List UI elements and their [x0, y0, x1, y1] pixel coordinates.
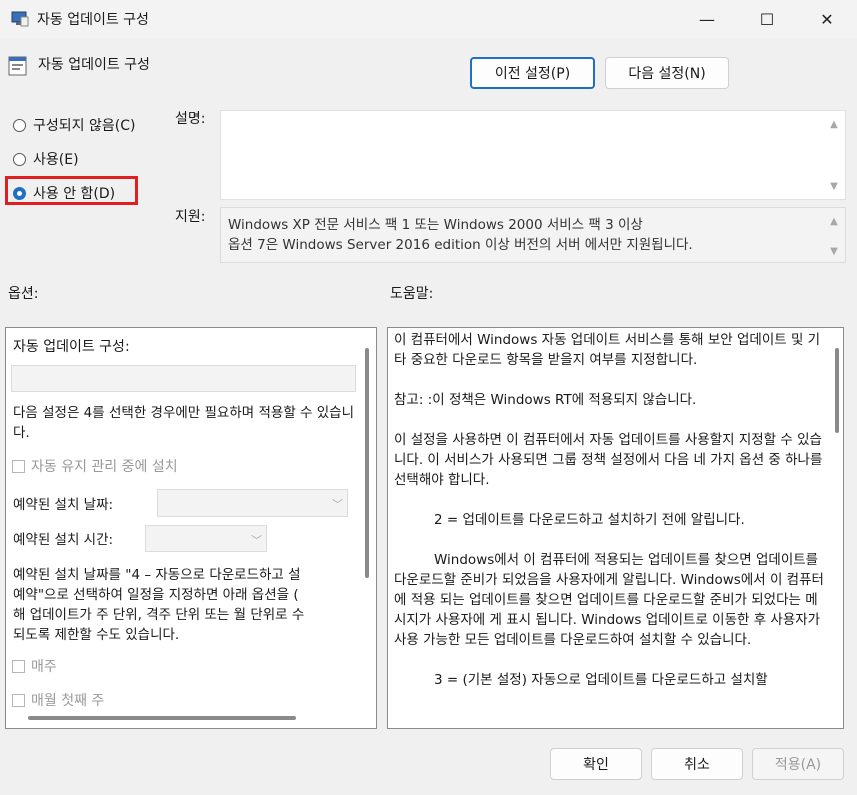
- chevron-down-icon: ﹀: [332, 498, 343, 511]
- supported-line-2: 옵션 7은 Windows Server 2016 edition 이상 버전의…: [228, 237, 693, 253]
- close-button[interactable]: ✕: [804, 0, 850, 38]
- close-icon: ✕: [820, 9, 834, 29]
- install-day-label: 예약된 설치 날짜:: [13, 497, 114, 513]
- help-paragraph: 이 설정을 사용하면 이 컴퓨터에서 자동 업데이트를 사용할지 지정할 수 있…: [394, 432, 823, 488]
- scroll-up-icon[interactable]: ▲: [826, 116, 842, 132]
- checkbox-box: [12, 693, 25, 707]
- note-2-line: 예약된 설치 날짜를 "4 – 자동으로 다운로드하고 설: [13, 567, 301, 583]
- options-note-2: 예약된 설치 날짜를 "4 – 자동으로 다운로드하고 설 예약"으로 선택하여…: [13, 565, 361, 645]
- scroll-down-icon[interactable]: ▼: [826, 243, 842, 259]
- help-paragraph: Windows에서 이 컴퓨터에 적용되는 업데이트를 찾으면 업데이트를 다운…: [394, 552, 824, 648]
- radio-enabled[interactable]: 사용(E): [13, 149, 79, 169]
- note-2-line: 해 업데이트가 주 단위, 격주 단위 또는 월 단위로 수: [13, 607, 305, 623]
- cancel-button[interactable]: 취소: [651, 748, 743, 780]
- options-label: 옵션:: [8, 286, 39, 302]
- comment-label: 설명:: [175, 111, 206, 127]
- chevron-down-icon: ﹀: [251, 534, 262, 547]
- install-day-dropdown: ﹀: [157, 489, 348, 517]
- window-title: 자동 업데이트 구성: [37, 12, 149, 28]
- install-time-label: 예약된 설치 시간:: [13, 532, 114, 548]
- note-2-line: 예약"으로 선택하여 일정을 지정하면 아래 옵션을 (: [13, 587, 299, 603]
- help-paragraph: 3 = (기본 설정) 자동으로 업데이트를 다운로드하고 설치할: [434, 672, 768, 688]
- comment-textarea[interactable]: ▲ ▼: [220, 110, 846, 200]
- vertical-scrollbar[interactable]: [365, 348, 369, 578]
- apply-button[interactable]: 적용(A): [752, 748, 844, 780]
- supported-line-1: Windows XP 전문 서비스 팩 1 또는 Windows 2000 서비…: [228, 217, 643, 233]
- ok-button[interactable]: 확인: [550, 748, 642, 780]
- configure-label: 자동 업데이트 구성:: [13, 339, 130, 355]
- policy-name: 자동 업데이트 구성: [38, 57, 150, 73]
- radio-disabled[interactable]: 사용 안 함(D): [13, 183, 115, 203]
- vertical-scrollbar[interactable]: [835, 348, 839, 433]
- options-panel[interactable]: 자동 업데이트 구성: 다음 설정은 4를 선택한 경우에만 필요하며 적용할 …: [5, 327, 377, 729]
- maximize-button[interactable]: ☐: [744, 0, 790, 38]
- radio-label: 구성되지 않음(C): [33, 118, 136, 134]
- supported-label: 지원:: [175, 209, 206, 225]
- title-bar: 자동 업데이트 구성 — ☐ ✕: [0, 0, 857, 38]
- next-setting-button[interactable]: 다음 설정(N): [605, 57, 729, 89]
- options-note-1: 다음 설정은 4를 선택한 경우에만 필요하며 적용할 수 있습니다.: [13, 405, 354, 441]
- checkbox-box: [12, 659, 25, 673]
- help-paragraph: 2 = 업데이트를 다운로드하고 설치하기 전에 알립니다.: [434, 512, 745, 528]
- help-paragraph: 이 컴퓨터에서 Windows 자동 업데이트 서비스를 통해 보안 업데이트 …: [394, 332, 821, 368]
- checkbox-label: 자동 유지 관리 중에 설치: [31, 459, 178, 475]
- radio-label: 사용(E): [33, 152, 79, 168]
- first-week-checkbox: 매월 첫째 주: [12, 690, 104, 710]
- maintenance-checkbox: 자동 유지 관리 중에 설치: [12, 456, 178, 476]
- policy-app-icon: [11, 11, 29, 27]
- help-paragraph: 참고: :이 정책은 Windows RT에 적용되지 않습니다.: [394, 392, 697, 408]
- install-time-dropdown: ﹀: [145, 525, 267, 552]
- horizontal-scrollbar[interactable]: [28, 716, 296, 720]
- configure-dropdown: [11, 365, 356, 392]
- minimize-icon: —: [699, 9, 715, 29]
- radio-dot-selected: [13, 186, 26, 200]
- help-label: 도움말:: [390, 286, 434, 302]
- minimize-button[interactable]: —: [684, 0, 730, 38]
- supported-textbox: Windows XP 전문 서비스 팩 1 또는 Windows 2000 서비…: [220, 207, 846, 263]
- policy-setting-icon: [8, 56, 27, 76]
- radio-dot: [13, 118, 26, 132]
- help-panel: 이 컴퓨터에서 Windows 자동 업데이트 서비스를 통해 보안 업데이트 …: [387, 327, 844, 729]
- scroll-up-icon[interactable]: ▲: [826, 213, 842, 229]
- weekly-checkbox: 매주: [12, 656, 57, 676]
- radio-dot: [13, 152, 26, 166]
- checkbox-label: 매월 첫째 주: [31, 693, 105, 709]
- help-text: 이 컴퓨터에서 Windows 자동 업데이트 서비스를 통해 보안 업데이트 …: [394, 330, 824, 690]
- checkbox-box: [12, 459, 25, 473]
- previous-setting-button[interactable]: 이전 설정(P): [470, 57, 595, 89]
- note-2-line: 되도록 제한할 수도 있습니다.: [13, 627, 180, 643]
- radio-not-configured[interactable]: 구성되지 않음(C): [13, 115, 135, 135]
- radio-label: 사용 안 함(D): [33, 186, 116, 202]
- checkbox-label: 매주: [31, 659, 57, 675]
- scroll-down-icon[interactable]: ▼: [826, 178, 842, 194]
- maximize-icon: ☐: [759, 9, 775, 29]
